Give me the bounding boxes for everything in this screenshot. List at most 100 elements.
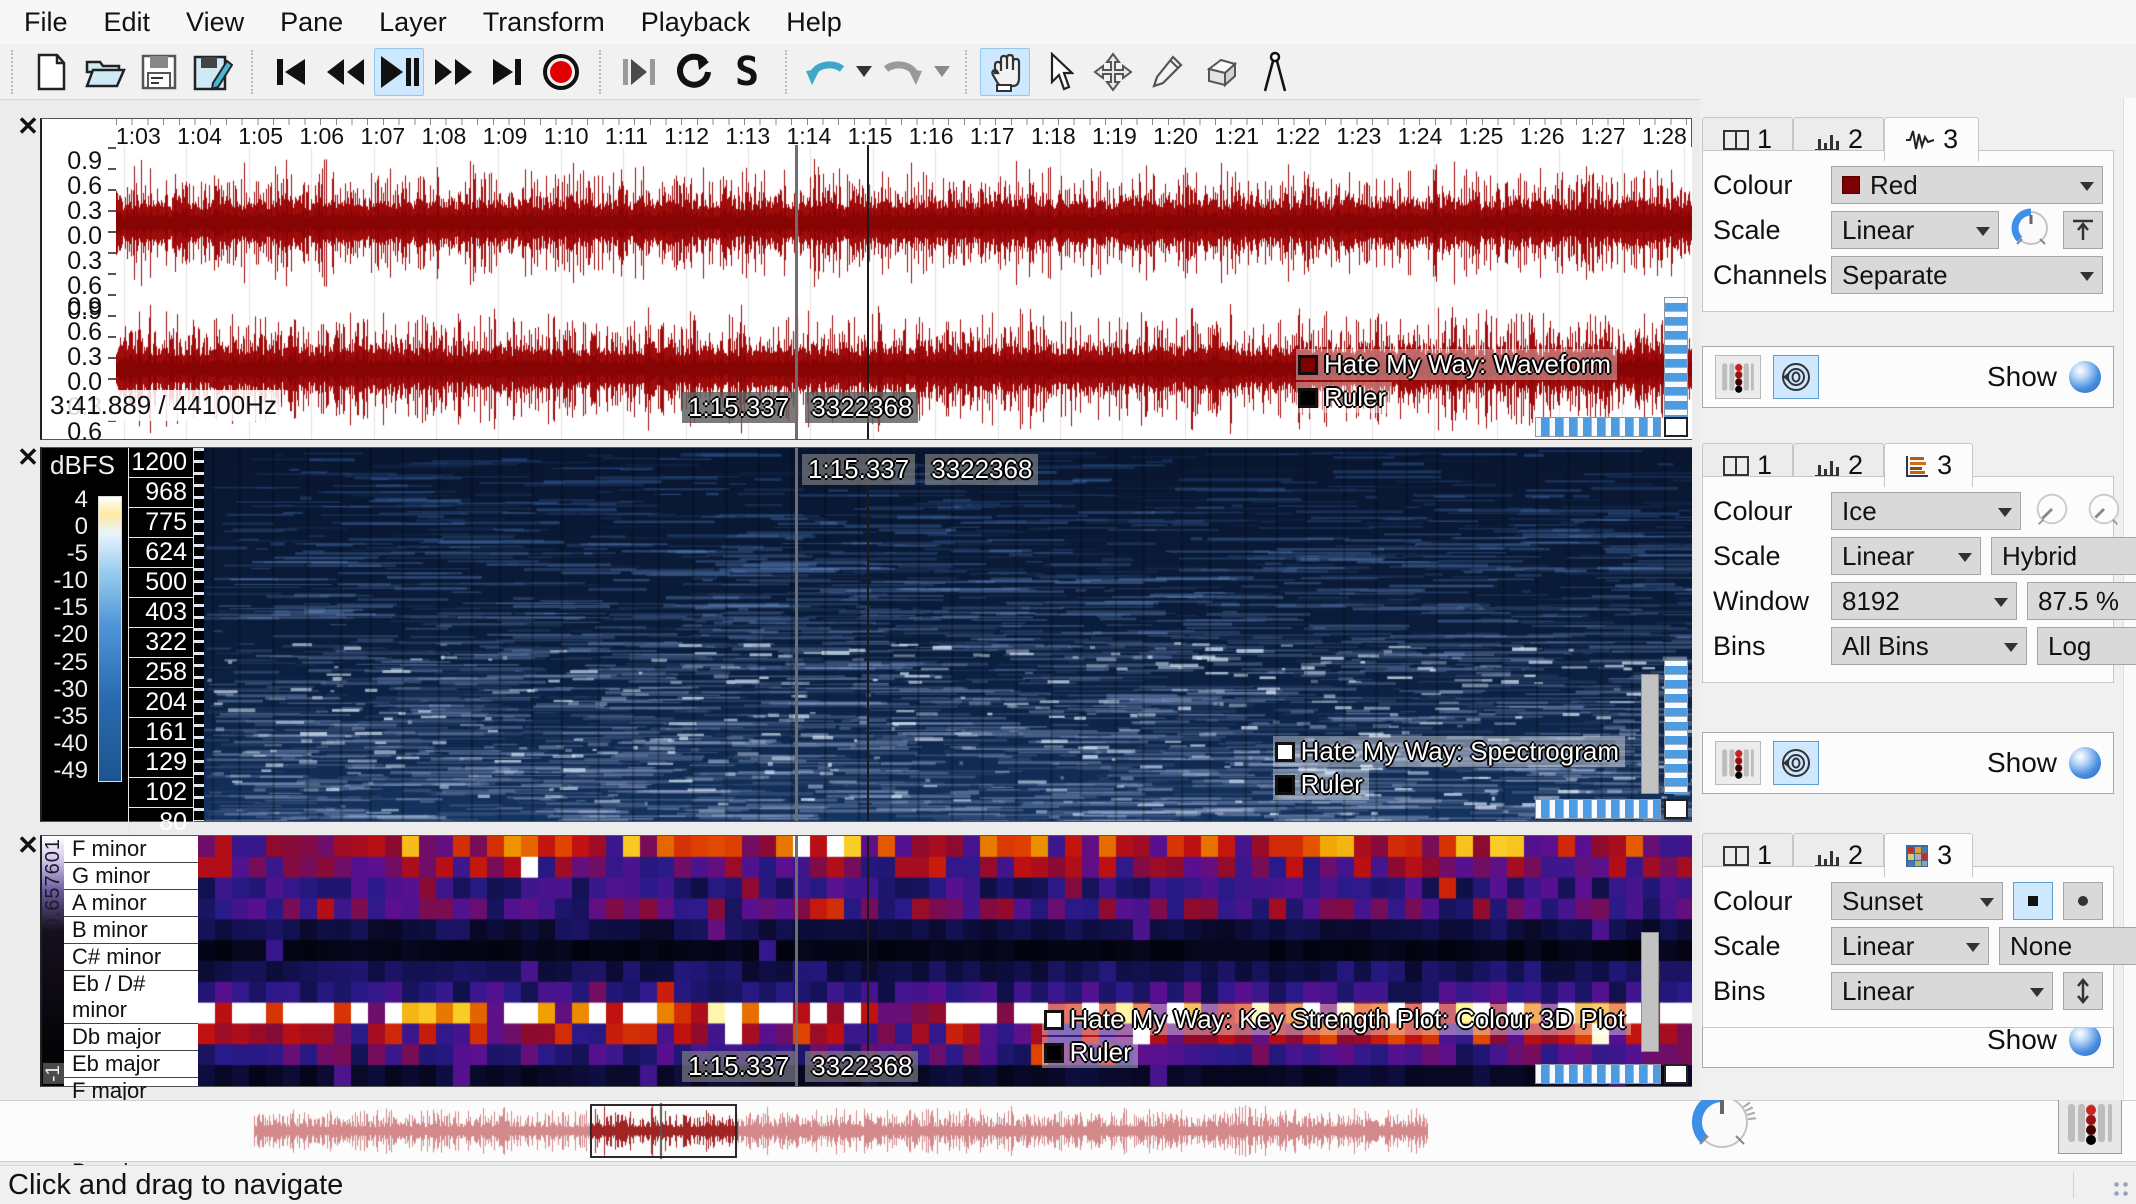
channels-dropdown[interactable]: Separate <box>1831 256 2103 294</box>
menu-item[interactable]: Help <box>768 3 860 42</box>
vertical-zoom-thumbwheel[interactable] <box>1664 660 1688 794</box>
close-spectrogram-pane-button[interactable]: ✕ <box>14 443 42 471</box>
edit-tool-button[interactable] <box>1088 48 1138 96</box>
vertical-scrollbar-thumb[interactable] <box>1641 932 1659 1052</box>
invert-vertical-button[interactable] <box>2063 972 2103 1010</box>
overview-waveform[interactable] <box>0 1101 2136 1161</box>
tab-layer-3-spectrogram[interactable]: 3 <box>1884 443 1973 487</box>
play-solo-button[interactable] <box>1773 355 1819 399</box>
select-tool-button[interactable] <box>1034 48 1084 96</box>
menu-item[interactable]: File <box>6 3 86 42</box>
play-selection-button[interactable] <box>614 48 664 96</box>
bins-normalization-dropdown[interactable]: Log <box>2037 627 2136 665</box>
vertical-scrollbar-thumb[interactable] <box>1641 674 1659 794</box>
keyplot-colour-dropdown[interactable]: Sunset <box>1831 882 2003 920</box>
close-waveform-pane-button[interactable]: ✕ <box>14 112 42 140</box>
smooth-cells-button[interactable] <box>2063 882 2103 920</box>
layer-tag-keyplot[interactable]: Hate My Way: Key Strength Plot: Colour 3… <box>1042 1004 1631 1035</box>
layer-tag-spectrogram[interactable]: Hate My Way: Spectrogram <box>1273 736 1625 767</box>
solo-button[interactable]: S <box>722 48 772 96</box>
show-toggle-led[interactable] <box>2069 361 2101 393</box>
save-button[interactable] <box>134 48 184 96</box>
duration-samplerate-label: 3:41.889 / 44100Hz <box>46 390 281 421</box>
colour-label: Colour <box>1713 496 1831 527</box>
zoom-reset-button[interactable] <box>1664 1064 1688 1084</box>
horizontal-zoom-thumbwheel[interactable] <box>1535 417 1661 437</box>
db-tick-label: -30 <box>42 678 94 702</box>
normalization-dropdown[interactable]: None <box>1999 927 2136 965</box>
waveform-show-box: Show <box>1702 346 2114 408</box>
navigation-overview[interactable] <box>0 1100 2136 1162</box>
menu-item[interactable]: Layer <box>361 3 465 42</box>
horizontal-zoom-thumbwheel[interactable] <box>1535 799 1661 819</box>
layer-tag-ruler[interactable]: Ruler <box>1042 1037 1138 1068</box>
record-button[interactable] <box>536 48 586 96</box>
value-scale-dropdown[interactable]: Linear <box>1831 927 1989 965</box>
play-solo-button[interactable] <box>1773 741 1819 785</box>
rewind-button[interactable] <box>320 48 370 96</box>
spectrogram-pane[interactable]: dBFS 40-5-10-15-20-25-30-35-40-49 120096… <box>40 447 1692 822</box>
spectrogram-colour-dropdown[interactable]: Ice <box>1831 492 2021 530</box>
save-as-button[interactable] <box>188 48 238 96</box>
window-overlap-dropdown[interactable]: 87.5 % <box>2027 582 2136 620</box>
normalize-button[interactable] <box>2063 211 2103 249</box>
waveform-pane[interactable]: 1:031:041:051:061:071:081:091:101:111:12… <box>40 118 1692 440</box>
show-toggle-led[interactable] <box>2069 1024 2101 1056</box>
navigate-tool-button[interactable] <box>980 48 1030 96</box>
colour-rotation-knob[interactable] <box>2031 488 2073 535</box>
menu-item[interactable]: Playback <box>623 3 769 42</box>
resize-grip[interactable] <box>2112 1180 2130 1198</box>
colour-scale-dropdown[interactable]: Hybrid <box>1991 537 2136 575</box>
tab-layer-3-waveform[interactable]: 3 <box>1884 117 1979 161</box>
loop-button[interactable] <box>668 48 718 96</box>
close-keyplot-pane-button[interactable]: ✕ <box>14 831 42 859</box>
layer-tag-ruler[interactable]: Ruler <box>1273 769 1369 800</box>
new-session-button[interactable] <box>26 48 76 96</box>
bins-display-dropdown[interactable]: All Bins <box>1831 627 2027 665</box>
layer-fader-button[interactable] <box>1715 741 1761 785</box>
zoom-reset-button[interactable] <box>1664 799 1688 819</box>
colour-threshold-knob[interactable] <box>2083 488 2125 535</box>
undo-button[interactable] <box>800 48 850 96</box>
play-pause-button[interactable] <box>374 48 424 96</box>
waveform-scale-dropdown[interactable]: Linear <box>1831 211 1999 249</box>
redo-history-dropdown[interactable] <box>934 66 950 77</box>
show-toggle-led[interactable] <box>2069 747 2101 779</box>
draw-tool-button[interactable] <box>1142 48 1192 96</box>
layer-tag-waveform[interactable]: Hate My Way: Waveform <box>1296 349 1617 380</box>
rewind-to-start-button[interactable] <box>266 48 316 96</box>
undo-history-dropdown[interactable] <box>856 66 872 77</box>
window-size-dropdown[interactable]: 8192 <box>1831 582 2017 620</box>
key-name-label: C# minor <box>64 944 198 971</box>
erase-tool-button[interactable] <box>1196 48 1246 96</box>
bin-scale-dropdown[interactable]: Linear <box>1831 972 2053 1010</box>
layer-fader-button[interactable] <box>1715 355 1761 399</box>
frequency-scale-dropdown[interactable]: Linear <box>1831 537 1981 575</box>
playback-level-button[interactable] <box>2058 1092 2122 1154</box>
layer-tag-ruler[interactable]: Ruler <box>1296 382 1392 413</box>
menu-item[interactable]: Transform <box>465 3 623 42</box>
fast-forward-button[interactable] <box>428 48 478 96</box>
gain-knob[interactable] <box>2009 206 2053 255</box>
amplitude-tick-label: 0.3 <box>42 249 112 274</box>
waveform-colour-dropdown[interactable]: Red <box>1831 166 2103 204</box>
visible-region-box[interactable] <box>590 1104 737 1158</box>
measure-tool-button[interactable] <box>1250 48 1300 96</box>
go-to-end-icon <box>490 57 524 87</box>
vertical-zoom-thumbwheel[interactable] <box>1664 297 1688 431</box>
go-to-end-button[interactable] <box>482 48 532 96</box>
spectrogram-colourbar <box>98 496 122 782</box>
redo-icon <box>882 55 924 89</box>
zoom-reset-button[interactable] <box>1664 417 1688 437</box>
opaque-cells-button[interactable] <box>2013 882 2053 920</box>
keyplot-properties: Colour Sunset Scale Linear None <box>1702 866 2114 1028</box>
horizontal-zoom-thumbwheel[interactable] <box>1535 1064 1661 1084</box>
menu-item[interactable]: Edit <box>86 3 169 42</box>
key-strength-pane[interactable]: 0.657601 -1 F minorG minorA minorB minor… <box>40 835 1692 1087</box>
open-button[interactable] <box>80 48 130 96</box>
tab-layer-3-colour-plot[interactable]: 3 <box>1884 833 1973 877</box>
menu-item[interactable]: Pane <box>262 3 361 42</box>
frequency-axis-ticks <box>194 448 204 821</box>
redo-button[interactable] <box>878 48 928 96</box>
menu-item[interactable]: View <box>168 3 262 42</box>
